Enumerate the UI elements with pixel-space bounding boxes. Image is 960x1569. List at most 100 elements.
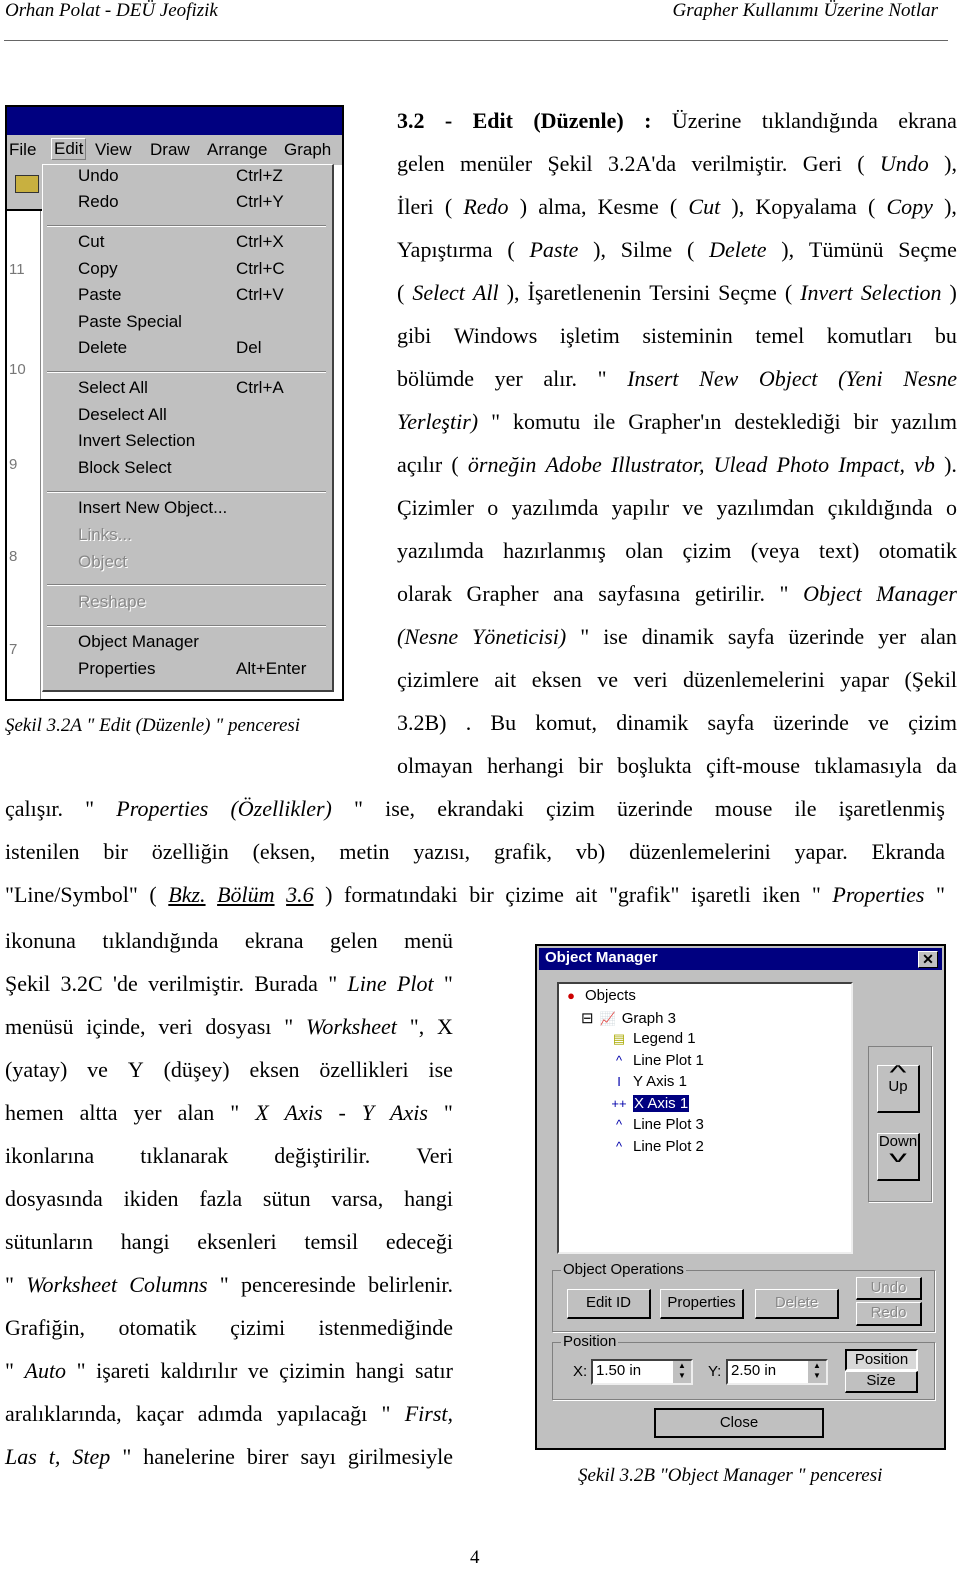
text-segment: ", xyxy=(409,1014,425,1039)
menu-item-shortcut: Ctrl+A xyxy=(236,378,284,397)
position-toggle[interactable]: Position xyxy=(845,1349,918,1371)
text-segment: Select xyxy=(412,280,465,305)
close-button[interactable]: Close xyxy=(654,1408,824,1438)
text-line: (yatay) ve Y (düşey) eksen özellikleri ise xyxy=(5,1057,453,1083)
collapse-icon[interactable]: ⊟ xyxy=(581,1010,598,1027)
text-segment: yazısı, xyxy=(413,839,471,864)
text-segment: olarak xyxy=(397,581,452,606)
text-segment: Las xyxy=(5,1444,37,1469)
size-toggle[interactable]: Size xyxy=(845,1371,918,1393)
y-spinner[interactable]: ▲ ▼ xyxy=(808,1361,826,1383)
close-icon[interactable]: ✕ xyxy=(918,951,938,968)
down-button[interactable]: Down v xyxy=(877,1133,920,1181)
object-tree[interactable]: ● Objects ⊟ 📈 Graph 3 ▤ Legend 1 ^ Line Plot 1 I… xyxy=(557,982,853,1254)
text-segment: 3.2 xyxy=(397,108,425,133)
tree-item[interactable]: ^ Line Plot 3 xyxy=(609,1116,704,1133)
menu-item-redo[interactable]: Redo Ctrl+Y xyxy=(78,192,328,212)
text-segment: Nesne xyxy=(903,366,957,391)
text-segment: (yatay) xyxy=(5,1057,68,1082)
menu-separator xyxy=(47,584,326,586)
redo-button[interactable]: Redo xyxy=(856,1302,922,1326)
text-segment: Object xyxy=(803,581,862,606)
tree-item[interactable]: ⊟ 📈 Graph 3 xyxy=(581,1009,676,1027)
text-segment: yapar. xyxy=(794,839,848,864)
tree-item[interactable]: ● Objects xyxy=(561,987,636,1004)
text-segment: ve xyxy=(247,1358,269,1383)
tree-item[interactable]: ^ Line Plot 2 xyxy=(609,1138,704,1155)
menubar-graph[interactable]: Graph xyxy=(284,140,331,160)
chevron-down-icon: v xyxy=(889,1149,907,1166)
text-segment: bir xyxy=(103,839,128,864)
ruler-label: 8 xyxy=(9,548,18,565)
text-segment: " xyxy=(5,1272,14,1297)
menubar-file[interactable]: File xyxy=(9,140,36,160)
edit-id-button[interactable]: Edit ID xyxy=(567,1289,651,1319)
menu-item-label: Delete xyxy=(78,338,128,357)
up-button[interactable]: ^ Up xyxy=(877,1063,920,1113)
text-segment: o xyxy=(945,495,957,520)
text-segment: ( xyxy=(149,882,157,907)
text-segment: X xyxy=(255,1100,269,1125)
menu-item-block-select[interactable]: Block Select xyxy=(78,458,328,478)
line-plot-icon: ^ xyxy=(615,1117,623,1132)
menu-item-invert-selection[interactable]: Invert Selection xyxy=(78,431,328,451)
menu-item-undo[interactable]: Undo Ctrl+Z xyxy=(78,166,328,186)
menu-item-cut[interactable]: Cut Ctrl+X xyxy=(78,232,328,252)
text-segment: çizimin xyxy=(279,1358,346,1383)
text-segment: First, xyxy=(404,1401,453,1426)
menu-item-insert-new-object[interactable]: Insert New Object... xyxy=(78,498,328,518)
menu-item-paste-special[interactable]: Paste Special xyxy=(78,312,328,332)
text-segment: formatındaki xyxy=(344,882,458,907)
x-position-input[interactable]: 1.50 in ▲ ▼ xyxy=(591,1359,693,1385)
menu-item-label: Reshape xyxy=(78,592,147,611)
text-segment: yer xyxy=(878,624,907,649)
text-segment: " xyxy=(5,1358,14,1383)
text-segment: ile xyxy=(593,409,616,434)
section-link[interactable]: Bölüm xyxy=(217,882,274,908)
menu-item-deselect-all[interactable]: Deselect All xyxy=(78,405,328,425)
menu-item-select-all[interactable]: Select All Ctrl+A xyxy=(78,378,328,398)
text-segment: komutu xyxy=(513,409,581,434)
menu-item-object-manager[interactable]: Object Manager xyxy=(78,632,328,652)
menubar-edit[interactable]: Edit xyxy=(51,138,87,160)
text-segment: verilmiştir. xyxy=(148,971,245,996)
menubar-draw[interactable]: Draw xyxy=(150,140,190,160)
menubar-view[interactable]: View xyxy=(95,140,132,160)
properties-button[interactable]: Properties xyxy=(660,1289,744,1319)
undo-button[interactable]: Undo xyxy=(856,1277,922,1300)
menu-item-links[interactable]: Links... xyxy=(78,525,328,545)
x-spinner[interactable]: ▲ ▼ xyxy=(673,1361,691,1383)
text-segment: hanelerine xyxy=(143,1444,235,1469)
tree-item[interactable]: ++ X Axis 1 xyxy=(609,1093,691,1113)
x-label: X: xyxy=(573,1363,588,1380)
menu-item-label: Undo xyxy=(78,166,119,185)
menu-item-copy[interactable]: Copy Ctrl+C xyxy=(78,259,328,279)
text-segment: t, xyxy=(48,1444,61,1469)
tree-item-label: Legend 1 xyxy=(633,1030,696,1047)
text-segment: Adobe xyxy=(545,452,602,477)
text-line: (Select All), İşaretlenenin Tersini Seçme (In… xyxy=(397,280,957,306)
menu-item-object[interactable]: Object xyxy=(78,552,328,572)
tree-item[interactable]: ▤ Legend 1 xyxy=(609,1030,696,1047)
menu-item-reshape[interactable]: Reshape xyxy=(78,592,328,612)
text-segment: . xyxy=(465,710,472,735)
text-segment: ve xyxy=(597,667,618,692)
delete-button[interactable]: Delete xyxy=(755,1289,839,1319)
tree-item[interactable]: ^ Line Plot 1 xyxy=(609,1052,704,1069)
tree-item-label: Graph 3 xyxy=(621,1009,676,1027)
menubar-arrange[interactable]: Arrange xyxy=(207,140,267,160)
text-line: aralıklarında, kaçar adımda yapılacağı " Firs… xyxy=(5,1401,453,1427)
text-line: Las t, Step " hanelerine birer sayı girilmesiyl… xyxy=(5,1444,453,1470)
text-line: 3.2B). Bu komut, dinamik sayfa üzerinde ve çizi… xyxy=(397,710,957,736)
y-position-input[interactable]: 2.50 in ▲ ▼ xyxy=(726,1359,828,1385)
text-segment: işareti xyxy=(96,1358,150,1383)
menu-item-delete[interactable]: Delete Del xyxy=(78,338,328,358)
text-segment: Yöneticisi) xyxy=(472,624,567,649)
section-link[interactable]: Bkz. xyxy=(168,882,205,908)
section-link[interactable]: 3.6 xyxy=(286,882,314,908)
menu-item-paste[interactable]: Paste Ctrl+V xyxy=(78,285,328,305)
menu-item-properties[interactable]: Properties Alt+Enter xyxy=(78,659,328,679)
tree-item[interactable]: I Y Axis 1 xyxy=(609,1073,687,1090)
tree-item-label: Y Axis 1 xyxy=(633,1073,687,1090)
text-segment: (Özellikler) xyxy=(230,796,332,821)
